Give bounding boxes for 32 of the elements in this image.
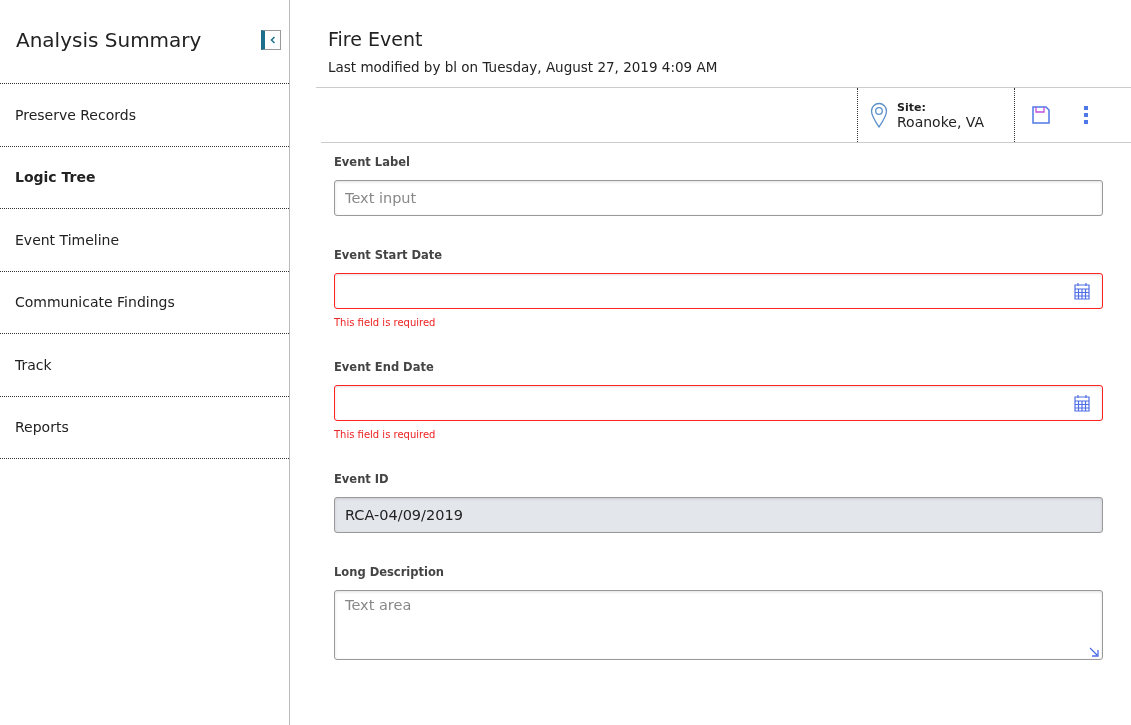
- text-input[interactable]: Text input: [334, 180, 1103, 216]
- date-input[interactable]: [334, 273, 1103, 309]
- chevron-left-icon: [268, 34, 277, 45]
- more-options-button[interactable]: [1081, 103, 1091, 127]
- error-message: This field is required: [334, 317, 437, 328]
- field-label: Event Label: [334, 155, 411, 169]
- read-only-field: RCA-04/09/2019: [334, 497, 1103, 533]
- date-input[interactable]: [334, 385, 1103, 421]
- field-label: Event Start Date: [334, 248, 444, 262]
- sidebar-item[interactable]: Logic Tree: [0, 146, 289, 209]
- sidebar-item[interactable]: Event Timeline: [0, 209, 289, 272]
- sidebar-item[interactable]: Track: [0, 334, 289, 397]
- save-button[interactable]: [1029, 103, 1053, 127]
- sidebar-item[interactable]: Reports: [0, 396, 289, 459]
- page-title: Fire Event: [328, 28, 424, 50]
- sidebar-item[interactable]: Preserve Records: [0, 84, 289, 147]
- error-message: This field is required: [334, 429, 437, 440]
- field-label: Event ID: [334, 472, 390, 486]
- text-area[interactable]: Text area: [334, 590, 1103, 660]
- site-value: Roanoke, VA: [897, 113, 985, 130]
- field-label: Long Description: [334, 565, 446, 579]
- resize-handle-icon[interactable]: [1089, 647, 1099, 657]
- vertical-dots-icon: [1083, 105, 1089, 125]
- collapse-button[interactable]: [261, 29, 281, 50]
- sidebar-title: Analysis Summary: [16, 27, 202, 52]
- field-label: Event End Date: [334, 360, 435, 374]
- calendar-icon[interactable]: [1074, 394, 1090, 412]
- location-pin-icon: [870, 102, 888, 128]
- sidebar-item[interactable]: Communicate Findings: [0, 271, 289, 334]
- last-modified-text: Last modified by bl on Tuesday, August 27, 2019 4:09 AM: [328, 59, 719, 75]
- calendar-icon[interactable]: [1074, 282, 1090, 300]
- site-label: Site:: [897, 100, 927, 114]
